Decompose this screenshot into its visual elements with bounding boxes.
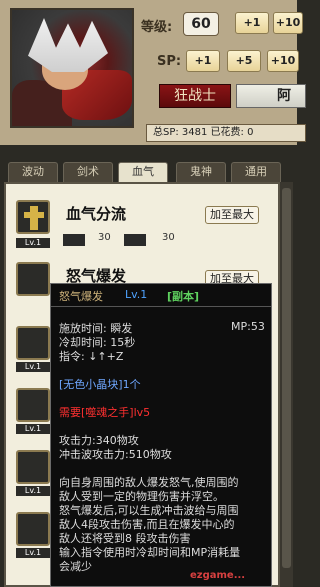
stat-value-2: 30 [162, 232, 175, 243]
max-button-blood-split[interactable]: 加至最大 [205, 206, 259, 224]
skill-name-blood-split: 血气分流 [66, 205, 127, 223]
skill-level-tag: Lv.1 [16, 238, 50, 248]
tooltip-material: [无色小晶块]1个 [59, 378, 141, 391]
level-label: 等级: [141, 20, 173, 35]
class-button-alt[interactable]: 阿 [236, 84, 306, 108]
skill-level-tag: Lv.1 [16, 362, 50, 372]
tab-blood[interactable]: 血气 [118, 162, 168, 182]
blood-split-skill-icon[interactable] [16, 200, 50, 234]
level-plus1-button[interactable]: +1 [235, 12, 269, 34]
skill-level-tag: Lv.1 [16, 424, 50, 434]
tooltip-divider [51, 306, 271, 307]
skill-icon-3[interactable] [16, 326, 50, 360]
portrait-hair [28, 18, 108, 72]
tab-wave[interactable]: 波动 [8, 162, 58, 182]
tooltip-mp: MP:53 [231, 320, 265, 333]
tab-common[interactable]: 通用 [231, 162, 281, 182]
sp-plus10-button[interactable]: +10 [267, 50, 299, 72]
stat-icon-1 [63, 234, 85, 246]
sp-plus1-button[interactable]: +1 [186, 50, 220, 72]
character-portrait [10, 8, 134, 128]
tooltip-level: Lv.1 [125, 288, 148, 301]
tab-ghost[interactable]: 鬼神 [176, 162, 226, 182]
tooltip-tag: [副本] [167, 290, 200, 303]
skill-icon-4[interactable] [16, 388, 50, 422]
stat-icon-2 [124, 234, 146, 246]
skill-list-scrollbar[interactable] [280, 182, 293, 587]
skill-tooltip: 怒气爆发 Lv.1 [副本] 施放时间: 瞬发 MP:53 冷却时间: 15秒 … [50, 283, 272, 587]
scrollbar-thumb[interactable] [282, 188, 291, 568]
sp-summary: 总SP: 3481 已花费: 0 [146, 124, 306, 142]
skill-icon-6[interactable] [16, 512, 50, 546]
tooltip-desc-line: 会减少 [59, 560, 92, 573]
skill-level-tag: Lv.1 [16, 548, 50, 558]
tooltip-command: 指令: ↓↑+Z [59, 350, 124, 363]
stat-value-1: 30 [98, 232, 111, 243]
sp-label: SP: [157, 54, 182, 69]
tooltip-shockwave: 冲击波攻击力:510物攻 [59, 448, 172, 461]
tooltip-title: 怒气爆发 [59, 290, 103, 303]
tab-sword[interactable]: 剑术 [63, 162, 113, 182]
level-value: 60 [183, 12, 219, 36]
rage-burst-skill-icon[interactable] [16, 262, 50, 296]
level-plus10-button[interactable]: +10 [273, 12, 303, 34]
cross-icon [30, 206, 38, 230]
cross-icon-bar [24, 212, 44, 218]
watermark: ezgame... [190, 570, 246, 581]
skill-icon-5[interactable] [16, 450, 50, 484]
class-button-berserker[interactable]: 狂战士 [159, 84, 231, 108]
sp-plus5-button[interactable]: +5 [227, 50, 261, 72]
tooltip-requirement: 需要[噬魂之手]lv5 [59, 406, 151, 419]
skill-level-tag: Lv.1 [16, 486, 50, 496]
